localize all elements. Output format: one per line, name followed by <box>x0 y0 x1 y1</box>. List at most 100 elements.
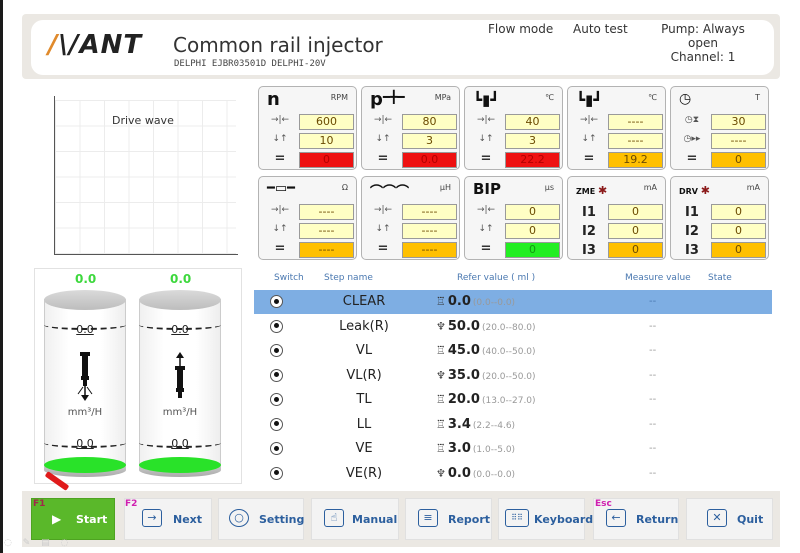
set-value-icon: →|← <box>373 205 393 215</box>
auto-test-label[interactable]: Auto test <box>573 22 628 36</box>
param-speed: n RPM →|← 600 ↓↑ 10 = 0 <box>258 86 357 170</box>
play-icon: ▶ <box>52 512 62 526</box>
close-icon: ✕ <box>707 509 727 527</box>
zme-i2[interactable]: 0 <box>608 223 663 239</box>
table-row[interactable]: VE(R) ♆ 0.0 (0.0--0.0) -- <box>254 462 772 486</box>
speed-set[interactable]: 600 <box>299 114 354 130</box>
resistance-set[interactable]: ---- <box>299 204 354 220</box>
refer-range: (20.0--80.0) <box>481 322 536 333</box>
ambient-temp-actual: 19.2 <box>608 152 663 168</box>
refer-value: ♆ 0.0 (0.0--0.0) <box>436 466 515 481</box>
bip-tolerance[interactable]: 0 <box>505 223 560 239</box>
switch-radio[interactable] <box>270 319 283 333</box>
pressure-tolerance[interactable]: 3 <box>402 133 457 149</box>
quit-button[interactable]: ✕ Quit <box>686 498 773 540</box>
table-row[interactable]: VL(R) ♆ 35.0 (20.0--50.0) -- <box>254 364 772 388</box>
speed-tolerance[interactable]: 10 <box>299 133 354 149</box>
f1-hotkey: F1 <box>33 499 46 509</box>
speed-icon: n <box>267 89 280 110</box>
param-resistance: ━▭━ Ω →|← ---- ↓↑ ---- = ---- <box>258 176 357 260</box>
table-row[interactable]: CLEAR ♖ 0.0 (0.0--0.0) -- <box>254 290 772 314</box>
set-value-icon: →|← <box>270 115 290 125</box>
table-row[interactable]: Leak(R) ♆ 50.0 (20.0--80.0) -- <box>254 315 772 339</box>
report-button[interactable]: ≡ Report <box>405 498 492 540</box>
inductance-set[interactable]: ---- <box>402 204 457 220</box>
drv-i1[interactable]: 0 <box>711 204 766 220</box>
set-value-icon: →|← <box>579 115 599 125</box>
switch-radio[interactable] <box>270 344 283 357</box>
switch-radio[interactable] <box>270 417 283 431</box>
pressure-icon: p━╋━ <box>370 89 405 110</box>
switch-radio[interactable] <box>270 368 283 382</box>
zme-title: ZME <box>576 187 596 196</box>
bip-label: BIP <box>473 180 502 198</box>
table-row[interactable]: TL ♖ 20.0 (13.0--27.0) -- <box>254 388 772 412</box>
tolerance-icon: ↓↑ <box>375 224 391 234</box>
bip-set[interactable]: 0 <box>505 204 560 220</box>
switch-radio[interactable] <box>270 393 283 406</box>
table-row[interactable]: VL ♖ 45.0 (40.0--50.0) -- <box>254 339 772 363</box>
set-value-icon: →|← <box>476 205 496 215</box>
keyboard-button[interactable]: ⠿⠿ Keyboard <box>498 498 593 540</box>
pressure-set[interactable]: 80 <box>402 114 457 130</box>
set-value-icon: →|← <box>476 115 496 125</box>
switch-radio[interactable] <box>270 442 283 455</box>
drive-wave-chart: Drive wave <box>52 96 238 255</box>
wave-title: Drive wave <box>112 114 174 127</box>
refer-value: ♆ 35.0 (20.0--50.0) <box>436 368 536 383</box>
valve-icon: ✱ <box>598 184 608 197</box>
table-row[interactable]: LL ♖ 3.4 (2.2--4.6) -- <box>254 413 772 437</box>
cylinder-liquid <box>139 457 221 473</box>
switch-radio[interactable] <box>270 466 283 480</box>
tolerance-icon: ↓↑ <box>272 224 288 234</box>
current-1-label: I1 <box>685 205 699 220</box>
refer-number: 45.0 <box>447 343 480 358</box>
manual-label: Manual <box>352 513 398 526</box>
step-name: Leak(R) <box>339 318 389 334</box>
flow-mode-label[interactable]: Flow mode <box>488 22 553 36</box>
report-label: Report <box>448 513 491 526</box>
measure-value: -- <box>649 443 657 454</box>
hand-pointer-icon: ☝ <box>324 509 344 527</box>
refer-number: 0.0 <box>447 294 471 309</box>
oil-temp-tolerance[interactable]: 3 <box>505 133 560 149</box>
param-unit: μH <box>439 183 451 192</box>
param-pressure: p━╋━ MPa →|← 80 ↓↑ 3 = 0.0 <box>361 86 460 170</box>
timer-forward-icon: ◷▸▸ <box>683 134 701 144</box>
drv-title: DRV <box>679 187 698 196</box>
time-set[interactable]: 30 <box>711 114 766 130</box>
gear-icon: ○ <box>229 509 249 527</box>
manual-button[interactable]: ☝ Manual <box>311 498 399 540</box>
tolerance-icon: ↓↑ <box>478 224 494 234</box>
upper-mark-value: 0.0 <box>76 323 94 336</box>
setting-button[interactable]: ○ Setting <box>218 498 304 540</box>
ambient-temp-set[interactable]: ---- <box>608 114 663 130</box>
param-drv: DRV ✱ mA I1 0 I2 0 I3 0 <box>670 176 769 260</box>
current-1-label: I1 <box>582 205 596 220</box>
resistance-tolerance[interactable]: ---- <box>299 223 354 239</box>
esc-hotkey: Esc <box>595 499 612 509</box>
equals-icon: = <box>377 151 389 166</box>
step-name: TL <box>356 392 372 407</box>
timer-hourglass-icon: ◷⧗ <box>684 115 700 125</box>
pump-status: Pump: Always open Channel: 1 <box>646 22 760 64</box>
ambient-temp-tolerance[interactable]: ---- <box>608 133 663 149</box>
injector-model: DELPHI EJBR03501D DELPHI-20V <box>174 59 326 69</box>
table-row[interactable]: VE ♖ 3.0 (1.0--5.0) -- <box>254 437 772 461</box>
injector-up-icon: ♆ <box>436 319 446 333</box>
pump-label: Pump: Always open <box>661 22 745 50</box>
injector-down-icon: ♖ <box>436 393 446 406</box>
inductance-tolerance[interactable]: ---- <box>402 223 457 239</box>
time-elapsed[interactable]: ---- <box>711 133 766 149</box>
cylinder-unit: mm³/H <box>67 407 103 418</box>
drv-i2[interactable]: 0 <box>711 223 766 239</box>
window-edge <box>0 0 3 553</box>
equals-icon: = <box>274 151 286 166</box>
equals-icon: = <box>377 241 389 256</box>
switch-radio[interactable] <box>270 295 283 308</box>
keyboard-label: Keyboard <box>534 513 594 526</box>
oil-temp-set[interactable]: 40 <box>505 114 560 130</box>
zme-i1[interactable]: 0 <box>608 204 663 220</box>
cylinder-liquid <box>44 457 126 473</box>
col-state: State <box>708 273 732 283</box>
